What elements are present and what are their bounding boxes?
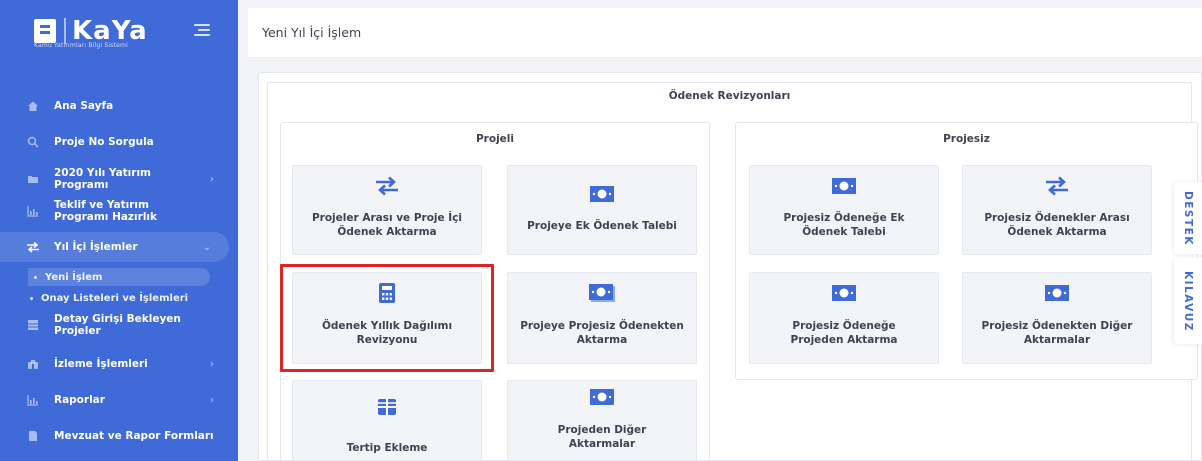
support-tab[interactable]: DESTEK [1174, 182, 1202, 254]
document-icon [26, 429, 40, 443]
logo-divider [64, 18, 66, 44]
tile-label: Projeye Projesiz Ödenekten Aktarma [520, 320, 684, 346]
tile-label: Projeye Ek Ödenek Talebi [527, 220, 677, 232]
sidebar-item-label: Teklif ve Yatırım Programı Hazırlık [54, 199, 158, 223]
sidebar-subitem-onay-listeleri[interactable]: Onay Listeleri ve İşlemleri [0, 289, 188, 307]
sidebar-item-label: İzleme İşlemleri [54, 358, 148, 370]
money-multiple-icon [588, 281, 616, 305]
guide-tab[interactable]: KILAVUZ [1174, 258, 1202, 344]
brand-name: KaYa [72, 16, 148, 46]
tile-projesiz-projeden-aktarma[interactable]: Projesiz Ödeneğe Projeden Aktarma [749, 272, 939, 364]
brand-subtitle: Kamu Yatırımları Bilgi Sistemi [34, 42, 128, 49]
chevron-right-icon: › [209, 394, 214, 406]
sidebar-item-label: Detay Girişi Bekleyen Projeler [54, 313, 181, 337]
money-icon [589, 385, 615, 409]
money-icon [589, 182, 615, 206]
tile-label: Projesiz Ödenekler Arası Ödenek Aktarma [984, 212, 1130, 238]
transfer-icon [374, 174, 400, 198]
tile-label: Projeler Arası ve Proje İçi Ödenek Aktar… [311, 212, 463, 238]
sidebar-item-yil-ici-islemler[interactable]: Yıl İçi İşlemler ⌄ [0, 232, 229, 262]
sidebar-item-izleme-islemleri[interactable]: İzleme İşlemleri › [0, 354, 238, 374]
tile-projeler-arasi-aktarma[interactable]: Projeler Arası ve Proje İçi Ödenek Aktar… [292, 165, 482, 255]
sidebar-item-label: Mevzuat ve Rapor Formları [54, 430, 214, 442]
sidebar-item-label: Yıl İçi İşlemler [54, 241, 138, 253]
sidebar-item-mevzuat[interactable]: Mevzuat ve Rapor Formları [0, 426, 238, 446]
grid-icon [377, 395, 397, 419]
sidebar-item-ana-sayfa[interactable]: Ana Sayfa [0, 96, 238, 116]
sidebar-item-raporlar[interactable]: Raporlar › [0, 390, 238, 410]
transfer-icon [1044, 174, 1070, 198]
tile-label: Projesiz Ödenekten Diğer Aktarmalar [981, 320, 1133, 346]
support-tab-label: DESTEK [1182, 190, 1194, 246]
bullet-icon [34, 275, 37, 279]
sidebar-subitem-label: Yeni İşlem [45, 271, 103, 283]
sidebar-item-label: Proje No Sorgula [54, 136, 154, 148]
tile-projesiz-arasi-aktarma[interactable]: Projesiz Ödenekler Arası Ödenek Aktarma [962, 165, 1152, 255]
sidebar-item-label: Raporlar [54, 394, 105, 406]
tile-label: Projesiz Ödeneğe Ek Ödenek Talebi [783, 212, 905, 238]
search-icon [26, 135, 40, 149]
tile-projesiz-ek-odenek[interactable]: Projesiz Ödeneğe Ek Ödenek Talebi [749, 165, 939, 255]
sidebar-item-teklif-hazirlik[interactable]: Teklif ve Yatırım Programı Hazırlık [0, 196, 238, 226]
chart-icon [26, 393, 40, 407]
sidebar-item-label: Ana Sayfa [54, 100, 114, 112]
chevron-right-icon: › [209, 358, 214, 370]
chevron-down-icon: ⌄ [202, 241, 211, 253]
chevron-right-icon: › [209, 173, 214, 185]
tile-projeden-diger-aktarmalar[interactable]: Projeden Diğer Aktarmalar [507, 380, 697, 461]
binoculars-icon [26, 357, 40, 371]
group-title-projesiz: Projesiz [943, 133, 990, 145]
highlight-box [280, 264, 494, 372]
sidebar: KaYa Kamu Yatırımları Bilgi Sistemi Ana … [0, 0, 238, 461]
page-header: Yeni Yıl İçi İşlem [248, 8, 1202, 58]
tile-label: Projeden Diğer Aktarmalar [557, 424, 647, 450]
brand-logo[interactable]: KaYa Kamu Yatırımları Bilgi Sistemi [0, 0, 238, 62]
tile-projesiz-diger-aktarmalar[interactable]: Projesiz Ödenekten Diğer Aktarmalar [962, 272, 1152, 364]
tile-label: Tertip Ekleme [346, 442, 428, 454]
tile-label: Projesiz Ödeneğe Projeden Aktarma [790, 320, 898, 346]
home-icon [26, 99, 40, 113]
sidebar-item-label: 2020 Yılı Yatırım Programı [54, 167, 151, 191]
guide-tab-label: KILAVUZ [1182, 270, 1194, 332]
section-title: Ödenek Revizyonları [668, 90, 791, 102]
sidebar-item-yatirim-programi[interactable]: 2020 Yılı Yatırım Programı › [0, 164, 238, 194]
logo-mark-icon [34, 19, 56, 43]
money-icon [831, 174, 857, 198]
sidebar-item-proje-no-sorgula[interactable]: Proje No Sorgula [0, 132, 238, 152]
folder-icon [26, 172, 40, 186]
sidebar-item-detay-girisi[interactable]: Detay Girişi Bekleyen Projeler [0, 310, 238, 340]
sidebar-subitem-yeni-islem[interactable]: Yeni İşlem [28, 268, 210, 286]
tile-projeye-ek-odenek[interactable]: Projeye Ek Ödenek Talebi [507, 165, 697, 255]
tile-projeye-projesiz-aktarma[interactable]: Projeye Projesiz Ödenekten Aktarma [507, 272, 697, 364]
chart-icon [26, 204, 40, 218]
transfer-icon [26, 240, 40, 254]
bullet-icon [30, 296, 33, 300]
menu-toggle-icon[interactable] [194, 24, 210, 36]
group-title-projeli: Projeli [475, 133, 514, 145]
money-icon [1044, 281, 1070, 305]
money-icon [831, 281, 857, 305]
table-icon [26, 318, 40, 332]
tile-tertip-ekleme[interactable]: Tertip Ekleme [292, 380, 482, 461]
sidebar-subitem-label: Onay Listeleri ve İşlemleri [41, 292, 189, 304]
page-title: Yeni Yıl İçi İşlem [262, 25, 362, 40]
